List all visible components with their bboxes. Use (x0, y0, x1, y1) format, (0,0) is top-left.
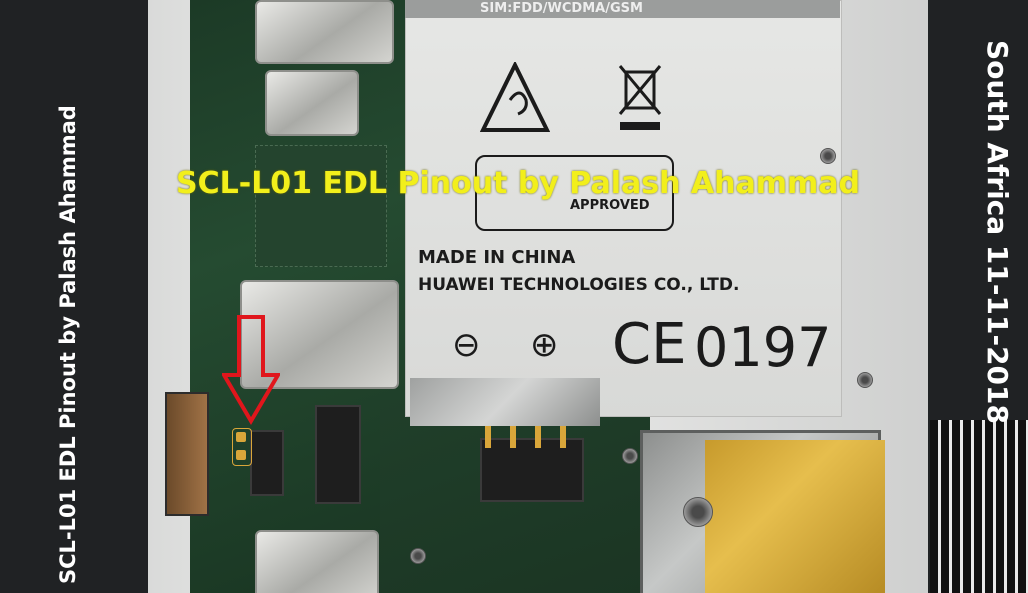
ce-number: 0197 (694, 316, 832, 379)
gold-foil (705, 440, 885, 593)
connector-board-to-board (315, 405, 361, 504)
sim-band-text: SIM:FDD/WCDMA/GSM (480, 1, 643, 16)
rf-shield-bottom (255, 530, 379, 593)
polarity-minus-icon: ⊖ (452, 325, 481, 365)
screw-hole (683, 497, 713, 527)
photo-stage: SIM:FDD/WCDMA/GSM APPROVED MADE IN CHINA… (0, 0, 1028, 593)
red-arrow-icon (222, 315, 280, 425)
overlay-right-vertical: South Africa 11-11-2018 (981, 40, 1014, 425)
component-area (255, 145, 387, 267)
battery-connector (480, 438, 584, 502)
metal-plate (410, 378, 600, 426)
rf-shield-top (265, 70, 359, 136)
manufacturer-text: HUAWEI TECHNOLOGIES CO., LTD. (418, 275, 740, 295)
connector-small (250, 430, 284, 496)
screw (410, 548, 426, 564)
hearing-warning-icon (480, 62, 550, 132)
test-point-outline (232, 428, 252, 466)
flex-cable (165, 392, 209, 516)
background-keyboard (930, 420, 1028, 593)
screw (820, 148, 836, 164)
polarity-plus-icon: ⊕ (530, 325, 559, 365)
ce-mark: CE (612, 312, 687, 377)
screw (622, 448, 638, 464)
screw (857, 372, 873, 388)
overlay-title: SCL-L01 EDL Pinout by Palash Ahammad (176, 166, 860, 201)
weee-bin-icon (618, 65, 662, 130)
sim-tray (255, 0, 394, 64)
overlay-left-vertical: SCL-L01 EDL Pinout by Palash Ahammad (56, 105, 80, 584)
made-in-text: MADE IN CHINA (418, 247, 576, 268)
